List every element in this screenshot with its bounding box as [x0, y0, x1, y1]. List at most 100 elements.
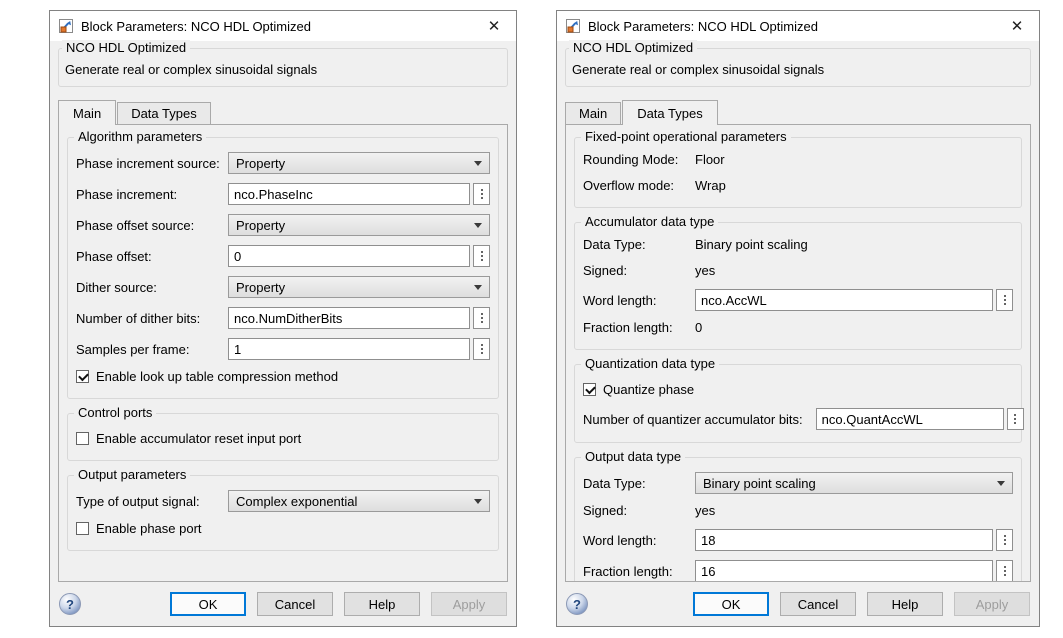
phase-increment-row: Phase increment: — [76, 183, 490, 205]
tab-main[interactable]: Main — [58, 100, 116, 125]
quantization-data-type-group: Quantization data type Quantize phase Nu… — [574, 364, 1022, 443]
output-data-type-row: Data Type: Binary point scaling — [583, 472, 1013, 494]
chevron-down-icon — [997, 481, 1005, 486]
vertical-dots-icon — [481, 193, 483, 195]
type-of-output-signal-combo[interactable]: Complex exponential — [228, 490, 490, 512]
checkbox-checked-icon[interactable] — [583, 383, 596, 396]
vertical-dots-icon — [1014, 418, 1016, 420]
window-title: Block Parameters: NCO HDL Optimized — [588, 19, 995, 34]
accumulator-data-type-row: Data Type: Binary point scaling — [583, 237, 1013, 252]
combo-value: Property — [236, 218, 468, 233]
type-of-output-signal-row: Type of output signal: Complex exponenti… — [76, 490, 490, 512]
cancel-button[interactable]: Cancel — [780, 592, 856, 616]
phase-offset-input[interactable] — [228, 245, 470, 267]
phase-offset-source-combo[interactable]: Property — [228, 214, 490, 236]
enable-phase-port-checkbox[interactable]: Enable phase port — [76, 521, 490, 536]
tab-main[interactable]: Main — [565, 102, 621, 124]
row-label: Number of dither bits: — [76, 311, 228, 326]
row-label: Type of output signal: — [76, 494, 228, 509]
accumulator-word-length-row: Word length: — [583, 289, 1013, 311]
vertical-dots-icon — [481, 317, 483, 319]
group-title: Algorithm parameters — [74, 129, 206, 144]
row-label: Data Type: — [583, 476, 695, 491]
control-ports-group: Control ports Enable accumulator reset i… — [67, 413, 499, 461]
output-word-length-input[interactable] — [695, 529, 993, 551]
output-word-length-row: Word length: — [583, 529, 1013, 551]
close-icon[interactable]: ✕ — [472, 11, 516, 41]
chevron-down-icon — [474, 499, 482, 504]
row-label: Word length: — [583, 293, 695, 308]
row-label: Data Type: — [583, 237, 695, 252]
tab-bar: Main Data Types — [50, 100, 516, 124]
checkbox-checked-icon[interactable] — [76, 370, 89, 383]
tab-data-types[interactable]: Data Types — [622, 100, 718, 125]
row-label: Samples per frame: — [76, 342, 228, 357]
data-types-tab-panel: Fixed-point operational parameters Round… — [565, 124, 1031, 582]
help-button[interactable]: Help — [344, 592, 420, 616]
vertical-dots-icon — [481, 348, 483, 350]
ok-button[interactable]: OK — [170, 592, 246, 616]
group-title: Output data type — [581, 449, 685, 464]
phase-increment-input[interactable] — [228, 183, 470, 205]
edit-actions-button[interactable] — [473, 307, 490, 329]
block-parameters-icon — [58, 18, 74, 34]
cancel-button[interactable]: Cancel — [257, 592, 333, 616]
ok-button[interactable]: OK — [693, 592, 769, 616]
accumulator-reset-checkbox[interactable]: Enable accumulator reset input port — [76, 431, 490, 446]
row-value: Binary point scaling — [695, 237, 1013, 252]
number-of-dither-bits-row: Number of dither bits: — [76, 307, 490, 329]
help-icon[interactable]: ? — [566, 593, 588, 615]
help-button[interactable]: Help — [867, 592, 943, 616]
checkbox-unchecked-icon[interactable] — [76, 432, 89, 445]
block-description: Generate real or complex sinusoidal sign… — [65, 59, 501, 77]
row-label: Fraction length: — [583, 564, 695, 579]
row-label: Number of quantizer accumulator bits: — [583, 412, 809, 427]
apply-button[interactable]: Apply — [431, 592, 507, 616]
row-value: Floor — [695, 152, 1013, 167]
edit-actions-button[interactable] — [473, 245, 490, 267]
chevron-down-icon — [474, 223, 482, 228]
phase-increment-source-combo[interactable]: Property — [228, 152, 490, 174]
number-of-dither-bits-input[interactable] — [228, 307, 470, 329]
vertical-dots-icon — [481, 255, 483, 257]
group-title: Control ports — [74, 405, 156, 420]
close-icon[interactable]: ✕ — [995, 11, 1039, 41]
output-fraction-length-row: Fraction length: — [583, 560, 1013, 582]
quantizer-accumulator-bits-row: Number of quantizer accumulator bits: — [583, 408, 1013, 430]
accumulator-word-length-input[interactable] — [695, 289, 993, 311]
tab-data-types[interactable]: Data Types — [117, 102, 211, 124]
output-parameters-group: Output parameters Type of output signal:… — [67, 475, 499, 551]
lut-compression-checkbox[interactable]: Enable look up table compression method — [76, 369, 490, 384]
titlebar[interactable]: Block Parameters: NCO HDL Optimized ✕ — [557, 11, 1039, 41]
quantizer-accumulator-bits-input[interactable] — [816, 408, 1004, 430]
row-label: Phase increment: — [76, 187, 228, 202]
phase-offset-row: Phase offset: — [76, 245, 490, 267]
edit-actions-button[interactable] — [996, 529, 1013, 551]
edit-actions-button[interactable] — [1007, 408, 1024, 430]
output-data-type-combo[interactable]: Binary point scaling — [695, 472, 1013, 494]
block-description-group: NCO HDL Optimized Generate real or compl… — [565, 48, 1031, 87]
group-title: Output parameters — [74, 467, 190, 482]
chevron-down-icon — [474, 285, 482, 290]
quantize-phase-checkbox[interactable]: Quantize phase — [583, 382, 1013, 397]
row-label: Dither source: — [76, 280, 228, 295]
overflow-mode-row: Overflow mode: Wrap — [583, 178, 1013, 193]
row-label: Fraction length: — [583, 320, 695, 335]
question-mark-glyph: ? — [573, 597, 581, 612]
edit-actions-button[interactable] — [473, 183, 490, 205]
output-fraction-length-input[interactable] — [695, 560, 993, 582]
samples-per-frame-input[interactable] — [228, 338, 470, 360]
edit-actions-button[interactable] — [996, 560, 1013, 582]
help-icon[interactable]: ? — [59, 593, 81, 615]
checkbox-unchecked-icon[interactable] — [76, 522, 89, 535]
block-parameters-dialog-main: Block Parameters: NCO HDL Optimized ✕ NC… — [49, 10, 517, 627]
algorithm-parameters-group: Algorithm parameters Phase increment sou… — [67, 137, 499, 399]
vertical-dots-icon — [1004, 539, 1006, 541]
checkbox-label: Enable accumulator reset input port — [96, 431, 301, 446]
edit-actions-button[interactable] — [473, 338, 490, 360]
apply-button[interactable]: Apply — [954, 592, 1030, 616]
titlebar[interactable]: Block Parameters: NCO HDL Optimized ✕ — [50, 11, 516, 41]
edit-actions-button[interactable] — [996, 289, 1013, 311]
rounding-mode-row: Rounding Mode: Floor — [583, 152, 1013, 167]
dither-source-combo[interactable]: Property — [228, 276, 490, 298]
